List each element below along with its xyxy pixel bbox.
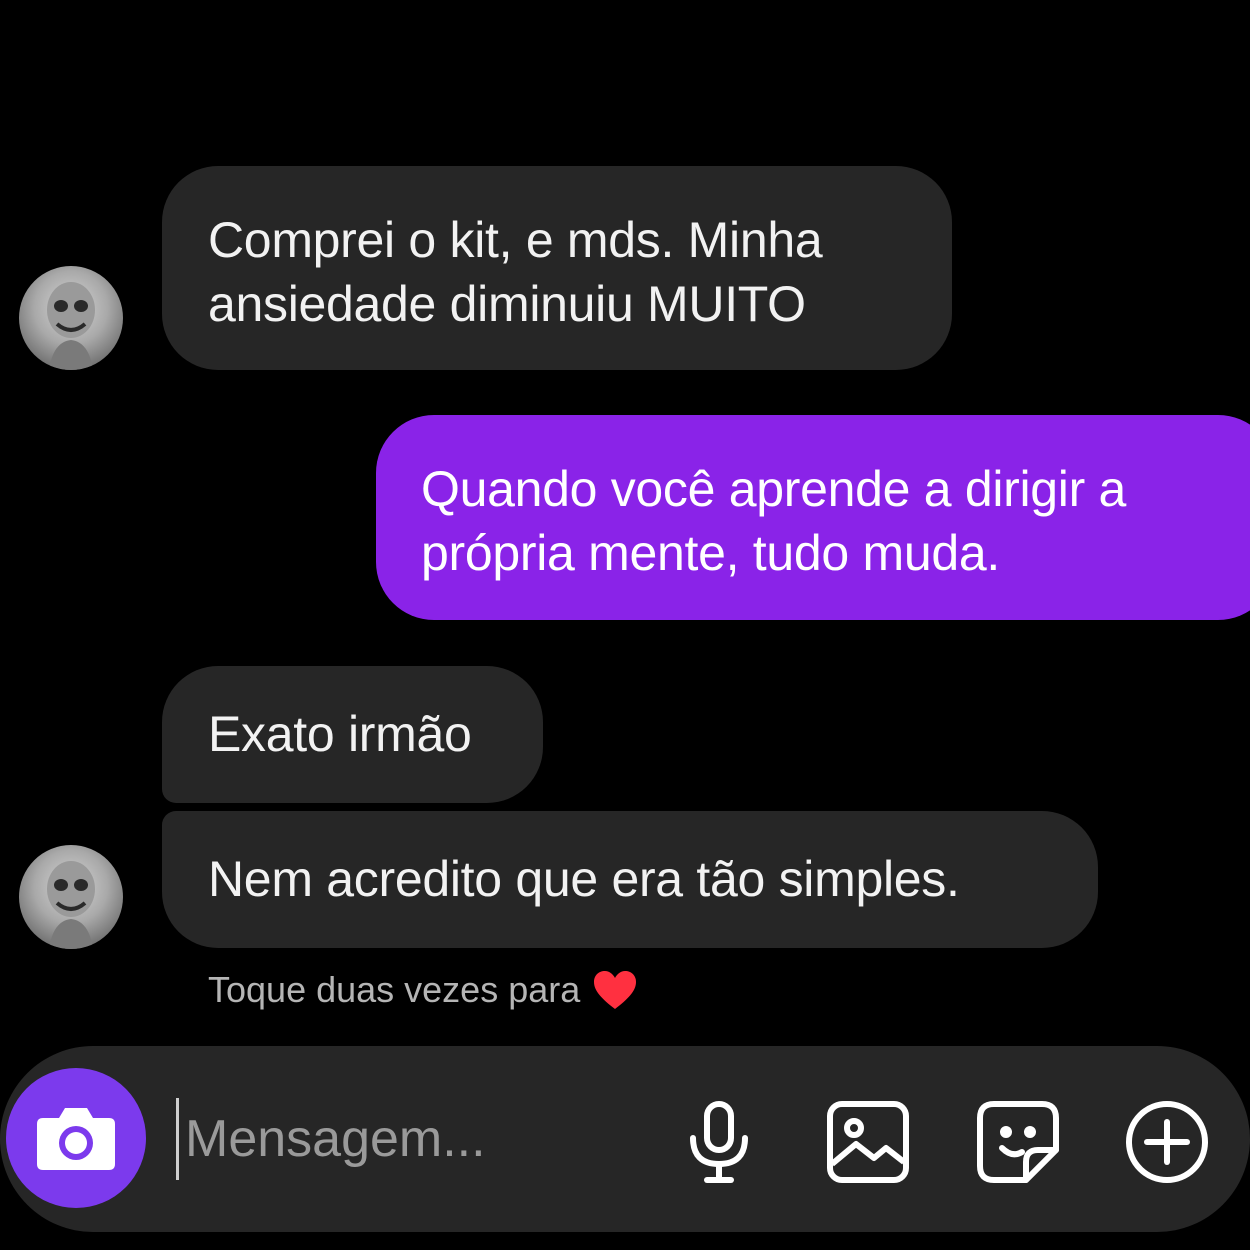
- contact-avatar[interactable]: [19, 845, 123, 949]
- message-line: Exato irmão: [208, 706, 472, 762]
- hint-text: Toque duas vezes para: [208, 969, 581, 1010]
- microphone-icon: [690, 1101, 748, 1183]
- message-input[interactable]: [176, 1098, 655, 1180]
- contact-avatar[interactable]: [19, 266, 123, 370]
- sticker-button[interactable]: [974, 1098, 1062, 1186]
- image-icon: [827, 1101, 909, 1183]
- incoming-message-bubble[interactable]: Nem acredito que era tão simples.: [162, 811, 1098, 948]
- camera-button[interactable]: [6, 1068, 146, 1208]
- message-line: Nem acredito que era tão simples.: [208, 851, 960, 907]
- incoming-message-bubble[interactable]: Comprei o kit, e mds. Minha ansiedade di…: [162, 166, 952, 370]
- outgoing-message-bubble[interactable]: Quando você aprende a dirigir a própria …: [376, 415, 1250, 620]
- incoming-message-bubble[interactable]: Exato irmão: [162, 666, 543, 803]
- sticker-icon: [977, 1101, 1059, 1183]
- message-line: Comprei o kit, e mds. Minha: [208, 212, 823, 268]
- camera-icon: [37, 1108, 115, 1170]
- more-options-button[interactable]: [1123, 1098, 1211, 1186]
- message-line: própria mente, tudo muda.: [421, 525, 1000, 581]
- chat-screen: Comprei o kit, e mds. Minha ansiedade di…: [0, 0, 1250, 1250]
- message-line: Quando você aprende a dirigir a: [421, 461, 1127, 517]
- gallery-button[interactable]: [824, 1098, 912, 1186]
- plus-circle-icon: [1126, 1101, 1208, 1183]
- heart-icon: [594, 971, 637, 1009]
- message-line: ansiedade diminuiu MUITO: [208, 276, 806, 332]
- double-tap-hint: Toque duas vezes para: [208, 966, 638, 1014]
- avatar-face-icon: [47, 282, 95, 370]
- microphone-button[interactable]: [675, 1098, 763, 1186]
- avatar-face-icon: [47, 861, 95, 949]
